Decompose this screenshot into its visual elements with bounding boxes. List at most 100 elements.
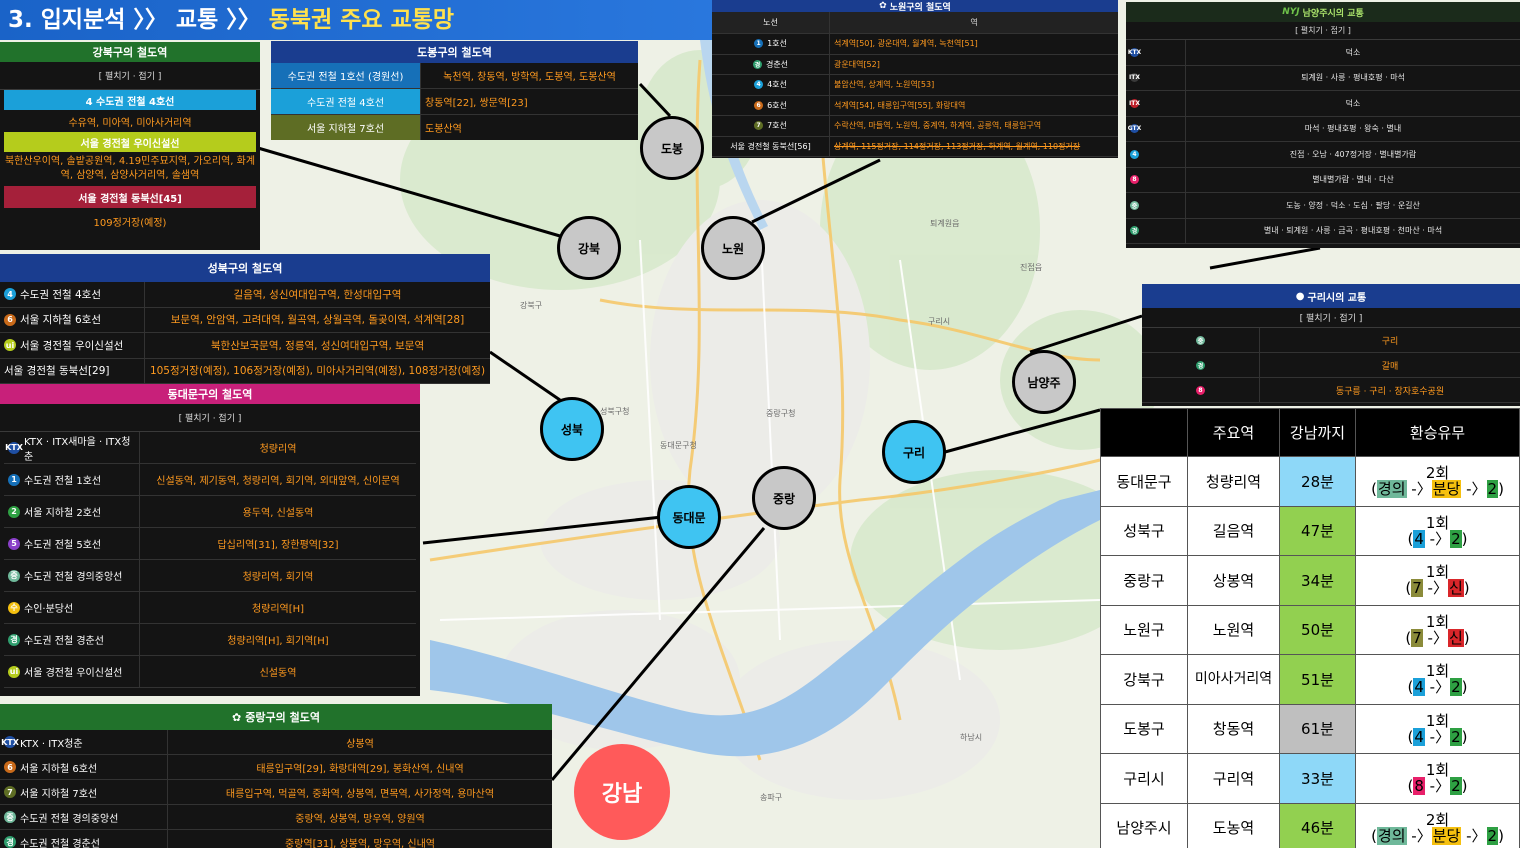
nowon-line-cell: 6 6호선 — [712, 95, 830, 115]
dongdaemun-line-cell: 수 수인·분당선 — [4, 592, 140, 623]
summary-time: 34분 — [1279, 555, 1356, 606]
district-circle: 성북 — [540, 397, 604, 461]
dongdaemun-line-label: 서울 지하철 2호선 — [24, 508, 102, 519]
summary-station: 구리역 — [1187, 753, 1280, 804]
dongdaemun-line-label: KTX · ITX새마을 · ITX청춘 — [24, 436, 131, 463]
summary-time: 46분 — [1279, 802, 1356, 848]
summary-district: 노원구 — [1100, 604, 1188, 655]
namyangju-line-icon: ITX — [1129, 73, 1140, 83]
dongdaemun-line-cell: 1 수도권 전철 1호선 — [4, 464, 140, 495]
namyangju-line-icon: 8 — [1130, 175, 1139, 185]
summary-row: 강북구 미아사거리역 51분 1회 (4 -〉2) — [1100, 654, 1520, 705]
summary-station: 노원역 — [1187, 604, 1280, 655]
district-circle-label: 강북 — [577, 241, 601, 256]
jungnang-line-label: KTX · ITX청춘 — [20, 738, 83, 750]
nowon-line-icon: 7 — [754, 121, 764, 131]
transfer-line-chip: 4 — [1413, 727, 1425, 746]
transfer-line-chip: 신 — [1447, 579, 1464, 598]
summary-time: 51분 — [1279, 654, 1356, 705]
svg-text:진접읍: 진접읍 — [1020, 262, 1042, 272]
jungnang-line-icon: 경 — [4, 836, 16, 848]
summary-transfer-path: (4 -〉2) — [1407, 727, 1468, 746]
transfer-line-chip: 분당 — [1431, 480, 1462, 499]
namyangju-line-icon: ITX — [1129, 98, 1140, 108]
guri-toggle[interactable]: [ 펼치기 · 접기 ] — [1142, 308, 1520, 328]
jungnang-row: 중 수도권 전철 경의중앙선 중랑역, 상봉역, 망우역, 양원역 — [0, 805, 552, 830]
nowon-title: ✿ 노원구의 철도역 — [712, 0, 1118, 13]
nowon-stations: 수락산역, 마들역, 노원역, 중계역, 하계역, 공릉역, 태릉입구역 — [834, 121, 1042, 131]
dongdaemun-line-icon: 경 — [8, 633, 20, 646]
seongbuk-line-cell: 4 수도권 전철 4호선 — [0, 282, 145, 307]
jungnang-row: 6 서울 지하철 6호선 태릉입구역[29], 화랑대역[29], 봉화산역, 신내… — [0, 755, 552, 780]
nowon-line-label: 4호선 — [767, 80, 787, 90]
namyangju-line-icon: 중 — [1130, 200, 1139, 210]
guri-stations: 동구릉 · 구리 · 장자호수공원 — [1335, 386, 1445, 397]
nowon-line-label: 서울 경전철 동북선[56] — [730, 141, 811, 151]
namyangju-toggle[interactable]: [ 펼치기 · 접기 ] — [1126, 22, 1520, 40]
jungnang-line-icon: KTX — [1, 736, 19, 748]
gangbuk-line4-label: 4 수도권 전철 4호선 — [4, 90, 256, 110]
dongdaemun-line-label: 수도권 전철 1호선 — [24, 476, 102, 487]
seongbuk-stations: 길음역, 성신여대입구역, 한성대입구역 — [233, 288, 402, 301]
transfer-line-chip: 2 — [1486, 480, 1499, 499]
dongdaemun-line-label: 수인·분당선 — [24, 604, 74, 615]
nowon-logo-icon: ✿ — [879, 1, 887, 11]
seongbuk-line-icon: 4 — [4, 288, 16, 301]
summary-row: 남양주시 도농역 46분 2회 (경의 -〉분당 -〉2) — [1100, 802, 1520, 848]
district-circle: 중랑 — [752, 466, 816, 530]
dongdaemun-stations: 청량리역[H] — [251, 604, 305, 615]
namyangju-panel: NYJ 남양주시의 교통 [ 펼치기 · 접기 ] KTX 덕소 ITX 퇴계원 · 사… — [1126, 2, 1520, 248]
summary-transfer: 1회 (4 -〉2) — [1355, 505, 1520, 556]
jungnang-row: 경 수도권 전철 경춘선 중랑역[31], 상봉역, 망우역, 신내역 — [0, 830, 552, 848]
seongbuk-row: 6 서울 지하철 6호선 보문역, 안암역, 고려대역, 월곡역, 상월곡역, 돌곶… — [0, 307, 490, 333]
dongdaemun-stations: 청량리역 — [259, 444, 297, 455]
dongdaemun-line-cell: ui 서울 경전철 우이신설선 — [4, 656, 140, 687]
district-circle-label: 중랑 — [772, 491, 796, 506]
nowon-line-cell: 4 4호선 — [712, 75, 830, 95]
summary-transfer-path: (7 -〉신) — [1405, 579, 1470, 598]
dongdaemun-line-cell: 중 수도권 전철 경의중앙선 — [4, 560, 140, 591]
guri-line-icon: 중 — [1196, 335, 1205, 345]
summary-time: 47분 — [1279, 505, 1356, 556]
dongdaemun-line-cell: KTX KTX · ITX새마을 · ITX청춘 — [4, 432, 140, 463]
summary-transfer: 1회 (4 -〉2) — [1355, 654, 1520, 705]
jungnang-line-cell: 경 수도권 전철 경춘선 — [0, 830, 168, 848]
namyangju-line-icon: 4 — [1130, 149, 1139, 159]
transfer-line-chip: 7 — [1411, 628, 1423, 647]
summary-transfer: 1회 (4 -〉2) — [1355, 703, 1520, 754]
summary-station: 길음역 — [1187, 505, 1280, 556]
svg-text:중랑구청: 중랑구청 — [766, 408, 795, 418]
seongbuk-line-label: 서울 경전철 동북선[29] — [4, 365, 110, 378]
dobong-row2-stations: 창동역[22], 쌍문역[23] — [425, 98, 528, 109]
nowon-line-icon: 6 — [754, 100, 764, 110]
summary-transfer-path: (4 -〉2) — [1407, 529, 1468, 548]
namyangju-line-cell: ITX — [1126, 91, 1186, 116]
seongbuk-panel: 성북구의 철도역 4 수도권 전철 4호선 길음역, 성신여대입구역, 한성대입구역… — [0, 254, 490, 384]
transfer-line-chip: 2 — [1450, 727, 1462, 746]
gangbuk-line4-stations: 수유역, 미아역, 미아사거리역 — [68, 117, 192, 129]
district-circle-label: 남양주 — [1027, 375, 1061, 390]
namyangju-row: 중 도농 · 양정 · 덕소 · 도심 · 팔당 · 운길산 — [1126, 193, 1520, 219]
jungnang-stations: 중랑역, 상봉역, 망우역, 양원역 — [295, 813, 425, 825]
guri-logo-icon: ● — [1295, 290, 1305, 302]
nowon-row: 7 7호선 수락산역, 마들역, 노원역, 중계역, 하계역, 공릉역, 태릉입구역 — [712, 116, 1118, 137]
jungnang-line-icon: 7 — [4, 786, 16, 798]
transfer-line-chip: 경의 — [1376, 480, 1407, 499]
col-to-gangnam: 강남까지 — [1279, 408, 1356, 457]
nowon-row: 경 경춘선 광운대역[52] — [712, 54, 1118, 75]
gangbuk-toggle[interactable]: [ 펼치기 · 접기 ] — [0, 62, 260, 90]
jungnang-line-label: 서울 지하철 6호선 — [20, 763, 98, 775]
guri-stations: 구리 — [1381, 336, 1399, 347]
summary-row: 도봉구 창동역 61분 1회 (4 -〉2) — [1100, 703, 1520, 754]
summary-district: 성북구 — [1100, 505, 1188, 556]
transfer-line-chip: 2 — [1450, 678, 1462, 697]
nowon-row: 서울 경전철 동북선[56] 상계역, 115정거장, 114정거장, 113정거… — [712, 136, 1118, 157]
slide: 사패산 퇴계원읍 진접읍 구리시 중랑구청 성북구청 강북구 동대문구청 하남시… — [0, 0, 1520, 848]
namyangju-stations: 덕소 — [1345, 47, 1361, 57]
district-circle-label: 노원 — [721, 241, 745, 256]
summary-table: 주요역 강남까지 환승유무 동대문구 청량리역 28분 2회 (경의 -〉분당 -〉2)… — [1100, 408, 1520, 848]
dongdaemun-stations: 답십리역[31], 장한평역[32] — [217, 540, 339, 551]
nowon-stations: 상계역, 115정거장, 114정거장, 113정거장, 하계역, 월계역, 1… — [834, 141, 1081, 151]
transfer-line-chip: 2 — [1450, 777, 1462, 796]
dongdaemun-toggle[interactable]: [ 펼치기 · 접기 ] — [0, 404, 420, 432]
